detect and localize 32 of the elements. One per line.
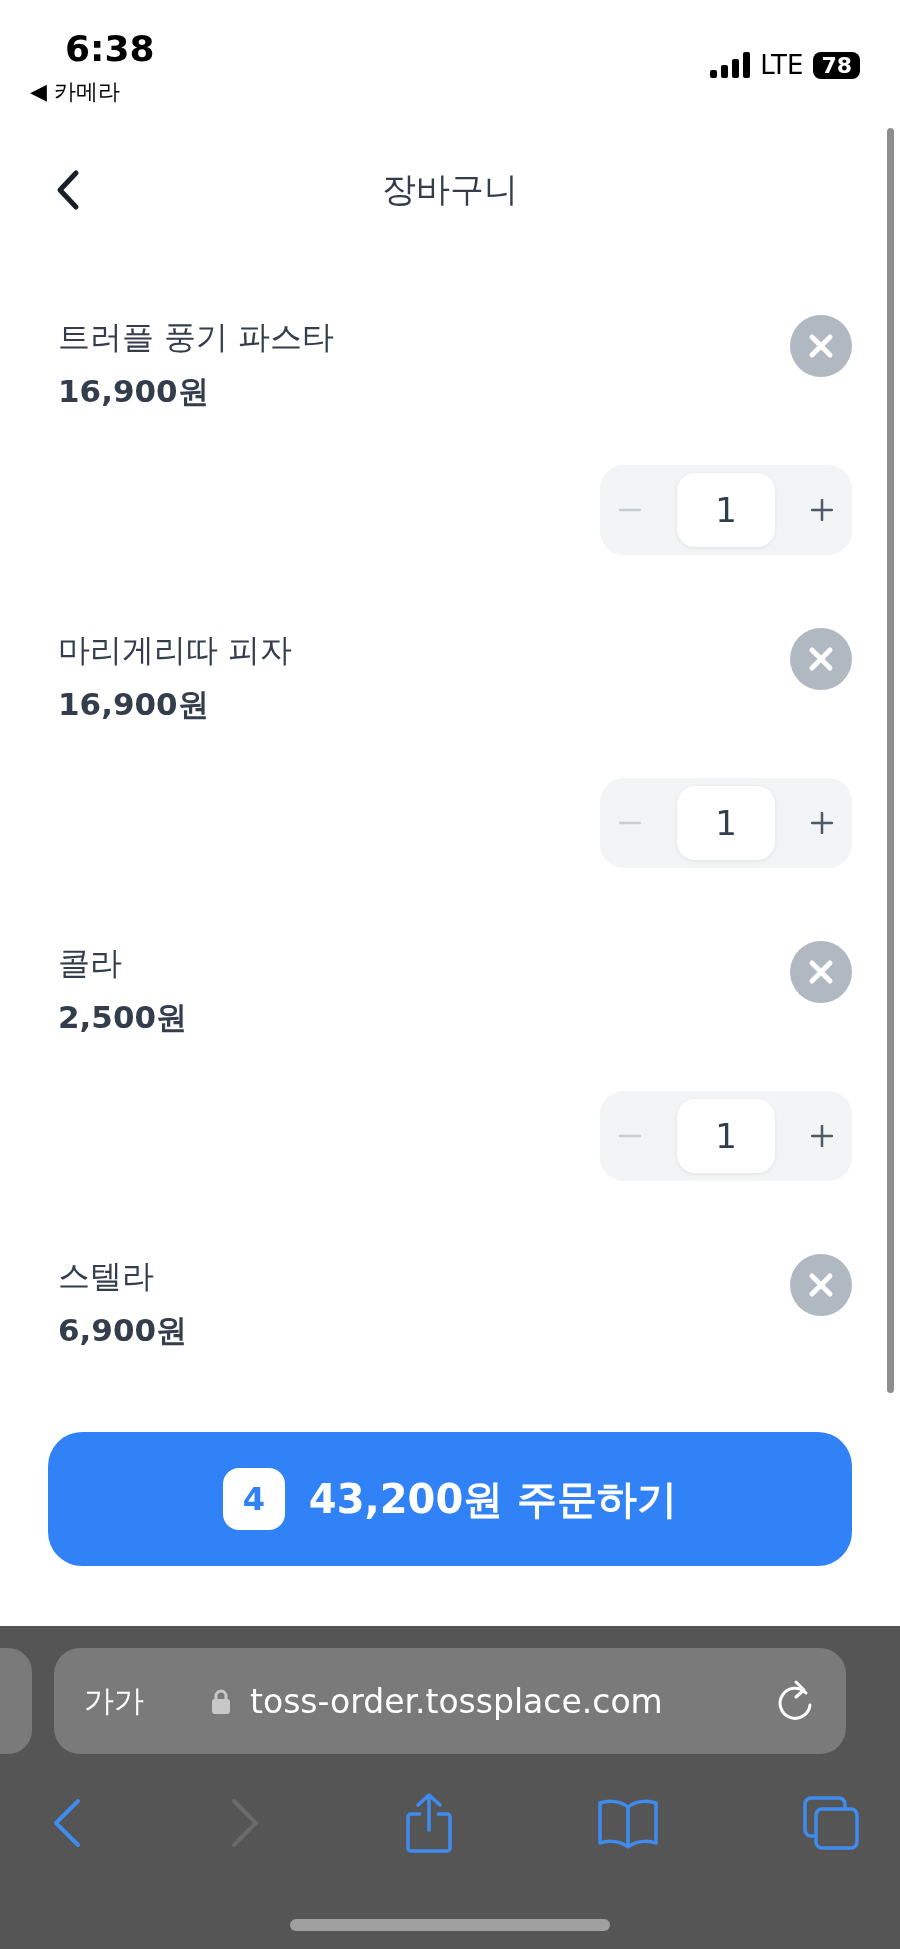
network-label: LTE: [760, 50, 804, 80]
order-label: 43,200원 주문하기: [308, 1474, 678, 1524]
battery-level: 78: [813, 51, 860, 79]
order-button[interactable]: 4 43,200원 주문하기: [48, 1432, 852, 1566]
tab-preview[interactable]: [0, 1648, 32, 1754]
item-price: 16,900원: [58, 685, 210, 724]
clock-time: 6:38: [65, 28, 155, 69]
close-icon: [807, 958, 835, 986]
item-price: 16,900원: [58, 372, 210, 411]
quantity-value: 1: [677, 1099, 775, 1173]
plus-icon[interactable]: [811, 499, 833, 521]
item-name: 트러플 풍기 파스타: [58, 317, 335, 358]
quantity-value: 1: [677, 473, 775, 547]
close-icon: [807, 1271, 835, 1299]
item-name: 스텔라: [58, 1256, 155, 1297]
page-title: 장바구니: [382, 168, 518, 211]
lock-icon: [212, 1688, 230, 1714]
signal-icon: [710, 52, 751, 78]
quantity-value: 1: [677, 786, 775, 860]
close-icon: [807, 332, 835, 360]
count-badge: 4: [222, 1468, 285, 1530]
url-text: toss-order.tossplace.com: [250, 1681, 664, 1721]
item-price: 6,900원: [58, 1311, 188, 1350]
close-icon: [807, 645, 835, 673]
item-name: 콜라: [58, 943, 123, 984]
item-price: 2,500원: [58, 998, 188, 1037]
item-name: 마리게리따 피자: [58, 630, 293, 671]
back-to-app-link[interactable]: ◀ 카메라: [30, 77, 155, 107]
address-bar[interactable]: 가가 toss-order.tossplace.com: [54, 1648, 846, 1754]
text-size-button[interactable]: 가가: [84, 1680, 212, 1722]
plus-icon[interactable]: [811, 1125, 833, 1147]
plus-icon[interactable]: [811, 812, 833, 834]
